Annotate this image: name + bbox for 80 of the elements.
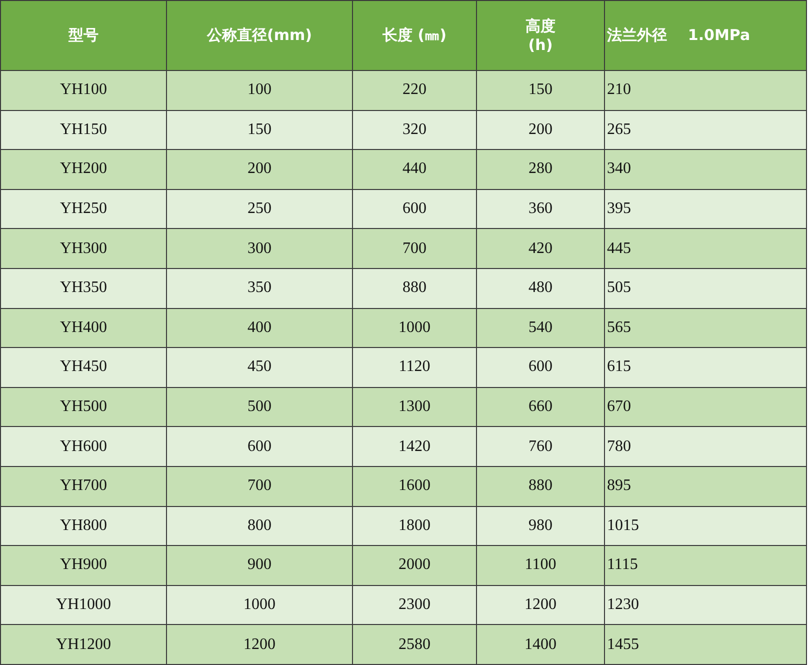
- table-cell: 1300: [352, 387, 476, 427]
- table-cell: 1000: [352, 308, 476, 348]
- column-header: 型号: [0, 0, 166, 70]
- table-cell: 440: [352, 150, 476, 190]
- table-cell: 250: [166, 189, 352, 229]
- table-cell: 600: [166, 426, 352, 466]
- table-cell: 220: [352, 70, 476, 110]
- table-cell: 2300: [352, 585, 476, 625]
- table-cell: 200: [166, 150, 352, 190]
- table-cell: 1455: [604, 624, 806, 664]
- table-cell: 150: [166, 110, 352, 150]
- table-cell: 350: [166, 268, 352, 308]
- table-cell: 340: [604, 150, 806, 190]
- table-cell: 500: [166, 387, 352, 427]
- table-cell: YH350: [0, 268, 166, 308]
- table-cell: 210: [604, 70, 806, 110]
- table-cell: 1200: [166, 624, 352, 664]
- table-cell: 100: [166, 70, 352, 110]
- column-header: 高度 (h): [476, 0, 604, 70]
- table-cell: 1115: [604, 546, 806, 586]
- table-cell: YH800: [0, 506, 166, 546]
- table-cell: 600: [476, 348, 604, 388]
- column-header: 长度 (㎜): [352, 0, 476, 70]
- table-cell: 280: [476, 150, 604, 190]
- table-cell: 600: [352, 189, 476, 229]
- table-cell: 880: [352, 268, 476, 308]
- table-cell: 360: [476, 189, 604, 229]
- table-cell: 895: [604, 466, 806, 506]
- table-cell: YH200: [0, 150, 166, 190]
- table-cell: 480: [476, 268, 604, 308]
- column-header: 法兰外径 1.0MPa: [604, 0, 806, 70]
- table-cell: YH1000: [0, 585, 166, 625]
- table-cell: 450: [166, 348, 352, 388]
- table-cell: 1120: [352, 348, 476, 388]
- table-cell: YH400: [0, 308, 166, 348]
- table-cell: 1015: [604, 506, 806, 546]
- table-cell: 320: [352, 110, 476, 150]
- table-cell: 1600: [352, 466, 476, 506]
- table-cell: 2580: [352, 624, 476, 664]
- table-cell: 880: [476, 466, 604, 506]
- table-cell: 615: [604, 348, 806, 388]
- table-cell: 2000: [352, 546, 476, 586]
- table-cell: YH500: [0, 387, 166, 427]
- column-header: 公称直径(mm): [166, 0, 352, 70]
- table-cell: 420: [476, 228, 604, 268]
- table-cell: 1800: [352, 506, 476, 546]
- table-cell: 1400: [476, 624, 604, 664]
- table-cell: YH900: [0, 546, 166, 586]
- table-cell: YH250: [0, 189, 166, 229]
- table-cell: 300: [166, 228, 352, 268]
- table-cell: 1200: [476, 585, 604, 625]
- table-cell: 445: [604, 228, 806, 268]
- table-cell: 660: [476, 387, 604, 427]
- table-cell: 505: [604, 268, 806, 308]
- table-cell: 200: [476, 110, 604, 150]
- table-cell: 700: [352, 228, 476, 268]
- table-cell: 150: [476, 70, 604, 110]
- table-cell: YH300: [0, 228, 166, 268]
- table-cell: 980: [476, 506, 604, 546]
- table-cell: 800: [166, 506, 352, 546]
- table-cell: 900: [166, 546, 352, 586]
- table-cell: YH450: [0, 348, 166, 388]
- table-cell: 760: [476, 426, 604, 466]
- table-cell: 1100: [476, 546, 604, 586]
- table-cell: YH150: [0, 110, 166, 150]
- table-cell: 400: [166, 308, 352, 348]
- table-cell: 700: [166, 466, 352, 506]
- table-cell: 265: [604, 110, 806, 150]
- table-cell: 1420: [352, 426, 476, 466]
- table-cell: YH600: [0, 426, 166, 466]
- table-cell: YH1200: [0, 624, 166, 664]
- table-cell: 1230: [604, 585, 806, 625]
- table-cell: 670: [604, 387, 806, 427]
- table-cell: 1000: [166, 585, 352, 625]
- table-cell: 395: [604, 189, 806, 229]
- table-cell: 780: [604, 426, 806, 466]
- table-cell: YH700: [0, 466, 166, 506]
- table-cell: 540: [476, 308, 604, 348]
- table-cell: YH100: [0, 70, 166, 110]
- table-cell: 565: [604, 308, 806, 348]
